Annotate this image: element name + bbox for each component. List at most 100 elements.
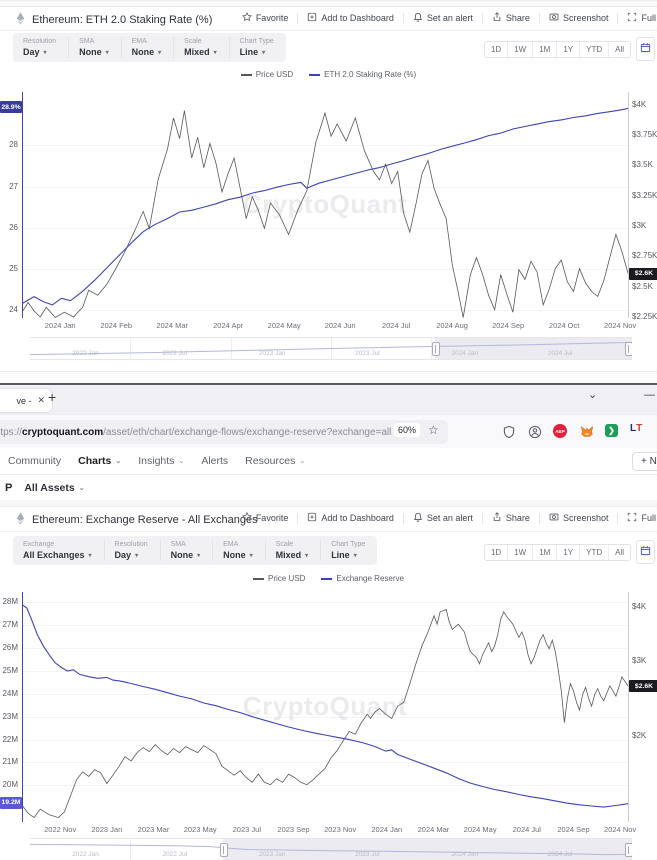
control-chart-type[interactable]: Chart TypeLine▾ bbox=[321, 540, 377, 561]
legend-label: Price USD bbox=[256, 70, 293, 79]
nav-item-alerts[interactable]: Alerts bbox=[201, 455, 228, 467]
bottom-chart-title: Ethereum: Exchange Reserve - All Exchang… bbox=[32, 514, 258, 526]
browser-tab[interactable]: ve - ✕ bbox=[0, 389, 52, 412]
control-label: Scale bbox=[276, 541, 309, 548]
control-resolution[interactable]: ResolutionDay▾ bbox=[13, 37, 69, 58]
bell-icon bbox=[413, 12, 423, 24]
nav-item-resources[interactable]: Resources⌄ bbox=[245, 455, 305, 467]
top-chart-controls: ResolutionDay▾SMANone▾EMANone▾ScaleMixed… bbox=[13, 33, 286, 62]
legend-item[interactable]: Price USD bbox=[253, 574, 305, 583]
share-action-button[interactable]: Share bbox=[483, 512, 539, 524]
range-button-all[interactable]: All bbox=[609, 545, 630, 560]
control-value-text: Day bbox=[115, 550, 132, 560]
star-action-button[interactable]: Favorite bbox=[233, 512, 298, 524]
control-scale[interactable]: ScaleMixed▾ bbox=[266, 540, 322, 561]
control-ema[interactable]: EMANone▾ bbox=[213, 540, 266, 561]
close-tab-icon[interactable]: ✕ bbox=[37, 395, 45, 406]
browser-tab-bar: ve - ✕ + ⌄ — bbox=[0, 385, 657, 415]
calendar-button[interactable] bbox=[636, 37, 655, 61]
control-exchange[interactable]: ExchangeAll Exchanges▾ bbox=[13, 540, 105, 561]
nav-item-community[interactable]: Community bbox=[8, 455, 61, 467]
minimap-label: 2023 Jul bbox=[355, 350, 380, 357]
minimap-handle[interactable] bbox=[625, 843, 632, 857]
caret-down-icon: ▾ bbox=[214, 49, 217, 56]
control-scale[interactable]: ScaleMixed▾ bbox=[174, 37, 230, 58]
range-button-1d[interactable]: 1D bbox=[485, 545, 508, 560]
dashboard-action-button[interactable]: Add to Dashboard bbox=[298, 512, 403, 524]
full-action-button[interactable]: Full bbox=[618, 512, 657, 524]
action-label: Favorite bbox=[256, 13, 289, 23]
control-value-text: Line bbox=[240, 47, 259, 57]
bottom-time-ranges: 1D1W1M1YYTDAll bbox=[484, 540, 655, 564]
minimap-handle[interactable] bbox=[625, 342, 632, 356]
minimap-label: 2022 Jul bbox=[162, 350, 187, 357]
dashboard-icon bbox=[307, 12, 317, 24]
range-button-all[interactable]: All bbox=[609, 42, 630, 57]
minimize-window-icon[interactable]: — bbox=[644, 389, 655, 401]
caret-down-icon: ▾ bbox=[250, 552, 253, 559]
new-tab-button[interactable]: + bbox=[48, 389, 56, 405]
control-value-text: None bbox=[171, 550, 194, 560]
dashboard-action-button[interactable]: Add to Dashboard bbox=[298, 12, 403, 24]
range-button-1y[interactable]: 1Y bbox=[557, 545, 580, 560]
legend-item[interactable]: Price USD bbox=[241, 70, 293, 79]
screenshot-action-button[interactable]: Screenshot bbox=[540, 512, 618, 524]
legend-dash bbox=[321, 578, 332, 580]
legend-item[interactable]: ETH 2.0 Staking Rate (%) bbox=[309, 70, 416, 79]
control-sma[interactable]: SMANone▾ bbox=[69, 37, 122, 58]
eth-icon bbox=[16, 512, 25, 528]
top-chart-legend: Price USD ETH 2.0 Staking Rate (%) bbox=[0, 70, 657, 79]
legend-dash bbox=[241, 74, 252, 76]
control-resolution[interactable]: ResolutionDay▾ bbox=[105, 540, 161, 561]
range-button-1w[interactable]: 1W bbox=[508, 545, 533, 560]
control-ema[interactable]: EMANone▾ bbox=[122, 37, 175, 58]
profile-icon[interactable] bbox=[527, 424, 542, 439]
range-button-1y[interactable]: 1Y bbox=[557, 42, 580, 57]
new-button[interactable]: + Ne bbox=[632, 452, 657, 471]
control-label: Scale bbox=[184, 38, 217, 45]
legend-item[interactable]: Exchange Reserve bbox=[321, 574, 404, 583]
range-button-ytd[interactable]: YTD bbox=[580, 545, 609, 560]
bookmark-star-icon[interactable]: ☆ bbox=[428, 423, 439, 437]
calendar-button[interactable] bbox=[636, 540, 655, 564]
nav-item-charts[interactable]: Charts⌄ bbox=[78, 455, 121, 467]
control-label: Chart Type bbox=[240, 38, 274, 45]
minimap-handle[interactable] bbox=[220, 843, 228, 857]
control-value: Line▾ bbox=[331, 550, 365, 560]
zoom-level-badge[interactable]: 60% bbox=[394, 423, 420, 437]
control-sma[interactable]: SMANone▾ bbox=[161, 540, 214, 561]
share-action-button[interactable]: Share bbox=[483, 12, 539, 24]
nav-item-insights[interactable]: Insights⌄ bbox=[138, 455, 184, 467]
range-button-1w[interactable]: 1W bbox=[508, 42, 533, 57]
minimap-handle[interactable] bbox=[432, 342, 440, 356]
control-value: None▾ bbox=[132, 47, 162, 57]
control-value: All Exchanges▾ bbox=[23, 550, 92, 560]
full-action-button[interactable]: Full bbox=[618, 12, 657, 24]
adblock-plus-icon[interactable]: ABP bbox=[553, 424, 567, 438]
screenshot-action-button[interactable]: Screenshot bbox=[540, 12, 618, 24]
top-time-ranges: 1D1W1M1YYTDAll bbox=[484, 37, 655, 61]
list-tabs-icon[interactable]: ⌄ bbox=[588, 388, 597, 401]
control-chart-type[interactable]: Chart TypeLine▾ bbox=[230, 37, 286, 58]
range-button-1d[interactable]: 1D bbox=[485, 42, 508, 57]
languagetool-icon[interactable]: LT bbox=[630, 423, 642, 434]
control-value: Day▾ bbox=[23, 47, 56, 57]
address-bar[interactable]: https://cryptoquant.com/asset/eth/chart/… bbox=[0, 420, 448, 444]
screen: Ethereum: ETH 2.0 Staking Rate (%) Favor… bbox=[0, 0, 657, 860]
control-value: Day▾ bbox=[115, 550, 148, 560]
bell-action-button[interactable]: Set an alert bbox=[404, 12, 482, 24]
range-button-1m[interactable]: 1M bbox=[533, 545, 557, 560]
asset-selector[interactable]: All Assets ⌄ bbox=[24, 482, 84, 494]
range-button-ytd[interactable]: YTD bbox=[580, 42, 609, 57]
star-action-button[interactable]: Favorite bbox=[233, 12, 298, 24]
control-label: EMA bbox=[223, 541, 253, 548]
bell-action-button[interactable]: Set an alert bbox=[404, 512, 482, 524]
minimap[interactable]: 2022 Jan2022 Jul2023 Jan2023 Jul2024 Jan… bbox=[30, 337, 632, 360]
nav-label: Insights bbox=[138, 455, 174, 467]
range-button-1m[interactable]: 1M bbox=[533, 42, 557, 57]
control-value-text: Mixed bbox=[276, 550, 302, 560]
metamask-icon[interactable] bbox=[579, 424, 594, 439]
extension-icon-green[interactable]: ❯ bbox=[605, 424, 618, 437]
shield-icon[interactable] bbox=[501, 424, 516, 439]
minimap[interactable]: 2022 Jan2022 Jul2023 Jan2023 Jul2024 Jan… bbox=[30, 838, 632, 860]
